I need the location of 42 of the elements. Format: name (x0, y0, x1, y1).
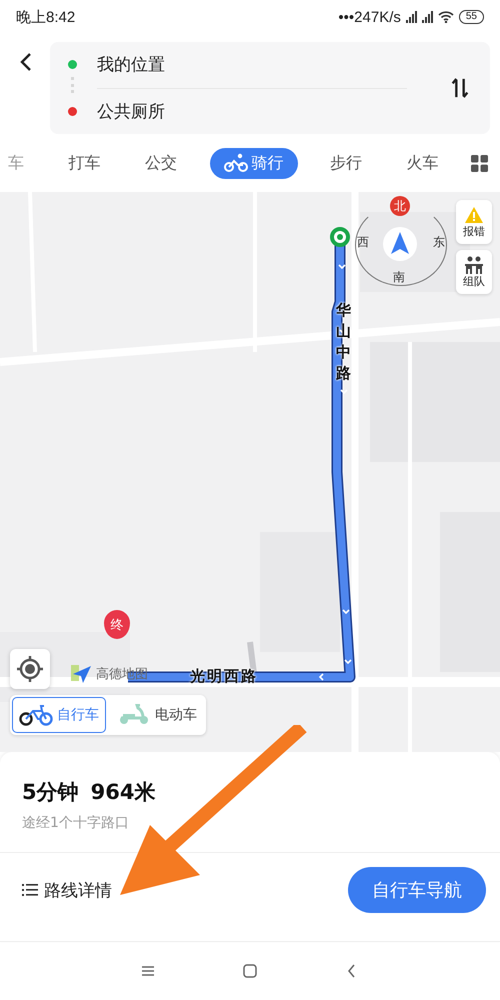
distance: 964米 (90, 779, 156, 806)
compass-west: 西 (357, 234, 369, 251)
network-speed: •••247K/s (338, 8, 401, 26)
list-icon (22, 884, 38, 896)
compass-east: 东 (433, 234, 445, 251)
start-dot-icon (68, 60, 77, 69)
mode-tab[interactable]: 步行 (318, 148, 374, 178)
map-tool-button[interactable]: 报错 (456, 200, 492, 244)
vehicle-option[interactable]: 电动车 (110, 697, 204, 733)
battery-level: 55 (458, 10, 484, 24)
bicycle-icon (224, 153, 248, 173)
back-icon[interactable] (20, 52, 32, 72)
vehicle-option[interactable]: 自行车 (12, 697, 106, 733)
map-tool-button[interactable]: 组队 (456, 250, 492, 294)
wifi-icon (438, 11, 454, 23)
mode-tab[interactable]: 公交 (133, 148, 189, 178)
road-label: 光明西路 (190, 667, 258, 686)
mode-tab[interactable]: 骑行 (210, 148, 298, 178)
dotted-line-icon (71, 76, 77, 92)
compass-south: 南 (393, 269, 405, 286)
status-time: 晚上8:42 (16, 8, 76, 26)
signal-icon (422, 11, 433, 23)
people-icon (464, 256, 484, 274)
signal-icon (406, 11, 417, 23)
locate-icon[interactable] (10, 649, 50, 689)
start-marker-icon (330, 227, 350, 247)
bicycle-icon (19, 704, 53, 726)
warning-icon (464, 206, 484, 224)
origin-field[interactable]: 我的位置 (97, 53, 165, 76)
mode-tab[interactable]: 打车 (56, 148, 112, 178)
scooter-icon (117, 704, 151, 726)
navigate-button[interactable]: 自行车导航 (348, 867, 486, 913)
destination-field[interactable]: 公共厕所 (97, 100, 165, 123)
home-icon[interactable] (242, 963, 258, 979)
mode-tab[interactable]: 火车 (394, 148, 450, 178)
swap-icon[interactable] (450, 77, 470, 99)
route-note: 途经1个十字路口 (22, 814, 130, 832)
end-dot-icon (68, 107, 77, 116)
grid-icon[interactable] (471, 154, 488, 172)
map-logo-icon (70, 664, 92, 684)
route-details-link[interactable]: 路线详情 (44, 878, 112, 902)
duration: 5分钟 (22, 779, 79, 806)
